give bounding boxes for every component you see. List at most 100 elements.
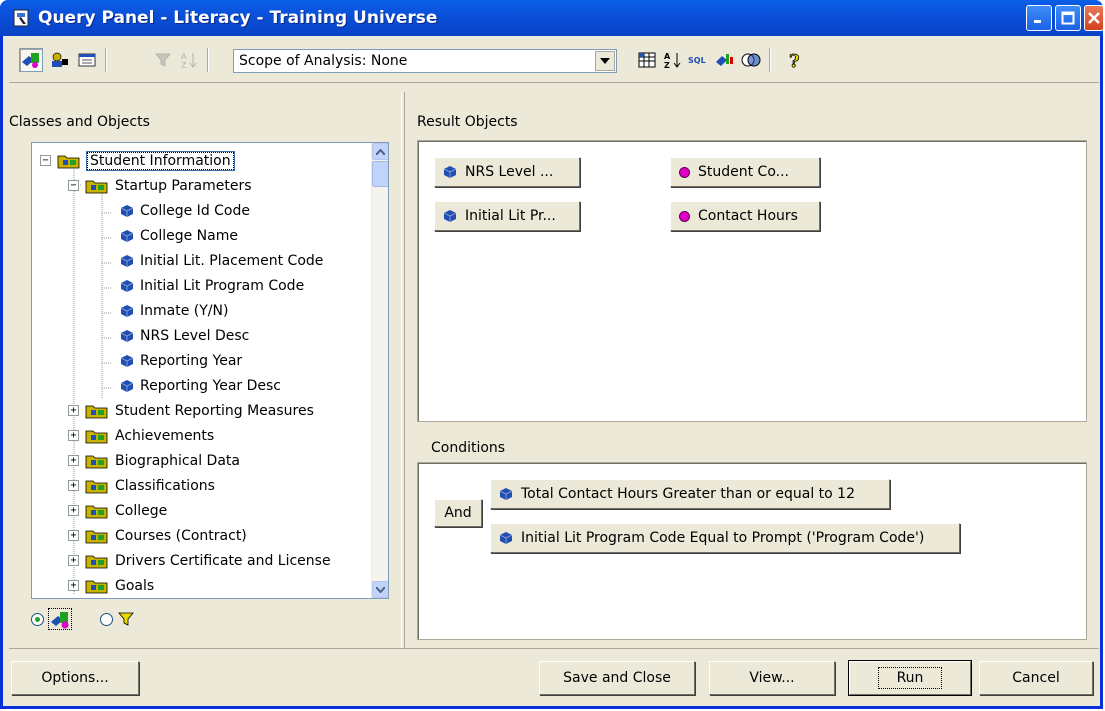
- result-objects-header: Result Objects: [417, 114, 518, 130]
- user-objects-icon: [52, 52, 68, 67]
- save-and-close-button[interactable]: Save and Close: [539, 661, 695, 695]
- tree-class-node[interactable]: + Drivers Certificate and License: [68, 548, 331, 573]
- result-objects-box[interactable]: NRS Level ... Student Co... Initial Lit …: [417, 140, 1087, 422]
- expand-plus-icon[interactable]: +: [68, 405, 79, 416]
- tree-node-label: Student Reporting Measures: [115, 402, 314, 419]
- classes-objects-tree[interactable]: − Student Information − Startup Parameters C…: [31, 142, 389, 599]
- expand-plus-icon[interactable]: +: [68, 480, 79, 491]
- tree-class-node[interactable]: + Biographical Data: [68, 448, 240, 473]
- class-folder-icon: [85, 530, 108, 543]
- tree-node-label: Reporting Year: [140, 352, 243, 369]
- measure-dot-icon: [679, 210, 690, 222]
- toolbar-separator: [105, 48, 106, 72]
- view-button[interactable]: View...: [709, 661, 835, 695]
- and-operator-button[interactable]: And: [434, 499, 482, 527]
- scope-dropdown-button[interactable]: [595, 51, 615, 71]
- panel-splitter[interactable]: [401, 92, 405, 648]
- predefined-conditions-radio[interactable]: [100, 612, 113, 626]
- tree-object-node[interactable]: Initial Lit. Placement Code: [120, 248, 323, 273]
- tree-class-node[interactable]: − Student Information: [40, 148, 235, 173]
- tree-object-node[interactable]: Inmate (Y/N): [120, 298, 228, 323]
- classes-objects-tool-button[interactable]: [19, 48, 43, 72]
- combine-circles-icon: [741, 53, 761, 67]
- tree-vertical-scrollbar[interactable]: [371, 143, 388, 598]
- object-cube-icon: [499, 488, 513, 500]
- tree-class-node[interactable]: − Startup Parameters: [68, 173, 252, 198]
- collapse-minus-icon[interactable]: −: [68, 180, 79, 191]
- condition-initial-lit-program-code[interactable]: Initial Lit Program Code Equal to Prompt…: [490, 523, 960, 553]
- object-cube-icon: [120, 204, 134, 217]
- collapse-minus-icon[interactable]: −: [40, 155, 51, 166]
- sort-tool-button[interactable]: AZ: [177, 48, 201, 72]
- condition-total-contact-hours[interactable]: Total Contact Hours Greater than or equa…: [490, 479, 890, 509]
- object-cube-icon: [120, 279, 134, 292]
- tree-object-node[interactable]: College Name: [120, 223, 238, 248]
- tree-class-node[interactable]: + College: [68, 498, 167, 523]
- cancel-button[interactable]: Cancel: [979, 661, 1093, 695]
- scroll-thumb[interactable]: [372, 161, 388, 187]
- filter-funnel-icon: [118, 612, 134, 626]
- table-view-tool-button[interactable]: [75, 48, 99, 72]
- result-object-initial-lit-program[interactable]: Initial Lit Pr...: [434, 201, 580, 231]
- tree-node-label: Student Information: [86, 150, 235, 171]
- tree-node-label: Goals: [115, 577, 155, 594]
- minimize-icon: [1034, 20, 1041, 23]
- sql-tool-button[interactable]: SQL: [687, 48, 711, 72]
- user-objects-tool-button[interactable]: [47, 48, 71, 72]
- help-tool-button[interactable]: ?: [783, 48, 807, 72]
- minimize-button[interactable]: [1026, 5, 1052, 31]
- svg-text:A: A: [664, 52, 671, 61]
- tree-object-node[interactable]: Reporting Year: [120, 348, 242, 373]
- tree-node-label: College Id Code: [140, 202, 250, 219]
- object-cube-icon: [120, 229, 134, 242]
- scope-tool-button[interactable]: [713, 48, 737, 72]
- run-button[interactable]: Run: [848, 660, 972, 696]
- tree-object-node[interactable]: College Id Code: [120, 198, 250, 223]
- expand-plus-icon[interactable]: +: [68, 455, 79, 466]
- view-results-tool-button[interactable]: [739, 48, 763, 72]
- title-bar[interactable]: Query Panel - Literacy - Training Univer…: [0, 0, 1104, 36]
- tree-class-node[interactable]: + Student Reporting Measures: [68, 398, 314, 423]
- scroll-down-button[interactable]: [372, 581, 388, 598]
- close-button[interactable]: [1084, 5, 1104, 31]
- tree-object-node[interactable]: NRS Level Desc: [120, 323, 249, 348]
- filter-funnel-icon: [154, 53, 172, 67]
- expand-plus-icon[interactable]: +: [68, 505, 79, 516]
- sort-results-tool-button[interactable]: AZ: [661, 48, 685, 72]
- expand-plus-icon[interactable]: +: [68, 530, 79, 541]
- sort-az-icon: AZ: [181, 52, 197, 69]
- tree-object-node[interactable]: Reporting Year Desc: [120, 373, 281, 398]
- tree-object-node[interactable]: Initial Lit Program Code: [120, 273, 304, 298]
- tree-node-label: Inmate (Y/N): [140, 302, 229, 319]
- result-object-student-count[interactable]: Student Co...: [670, 157, 820, 187]
- combined-queries-tool-button[interactable]: [635, 48, 659, 72]
- classes-objects-mode-icon: [48, 608, 72, 630]
- maximize-button[interactable]: [1055, 5, 1081, 31]
- scope-of-analysis-select[interactable]: Scope of Analysis: None: [233, 49, 617, 73]
- result-object-contact-hours[interactable]: Contact Hours: [670, 201, 820, 231]
- tree-class-node[interactable]: + Achievements: [68, 423, 214, 448]
- toolbar-separator: [769, 48, 770, 72]
- scroll-up-button[interactable]: [372, 143, 388, 160]
- tree-node-label: NRS Level Desc: [140, 327, 250, 344]
- tree-class-node[interactable]: + Classifications: [68, 473, 215, 498]
- sort-az-icon: AZ: [664, 52, 681, 69]
- panel-mode-radio-group: [31, 608, 135, 630]
- result-object-nrs-level[interactable]: NRS Level ...: [434, 157, 580, 187]
- classes-objects-radio[interactable]: [31, 612, 44, 626]
- expand-plus-icon[interactable]: +: [68, 430, 79, 441]
- classes-objects-header: Classes and Objects: [9, 114, 150, 130]
- filter-tool-button[interactable]: [151, 48, 175, 72]
- object-cube-icon: [499, 532, 513, 544]
- options-button[interactable]: Options...: [11, 661, 139, 695]
- conditions-box[interactable]: And Total Contact Hours Greater than or …: [417, 462, 1087, 640]
- expand-plus-icon[interactable]: +: [68, 580, 79, 591]
- svg-text:SQL: SQL: [688, 56, 706, 65]
- tree-class-node[interactable]: + Courses (Contract): [68, 523, 247, 548]
- measure-dot-icon: [679, 166, 690, 178]
- expand-plus-icon[interactable]: +: [68, 555, 79, 566]
- toolbar: AZ Scope of Analysis: None AZ SQL ?: [9, 40, 1099, 83]
- object-cube-icon: [443, 166, 457, 178]
- tree-class-node[interactable]: + Goals: [68, 573, 154, 598]
- tree-node-label: Initial Lit. Placement Code: [140, 252, 324, 269]
